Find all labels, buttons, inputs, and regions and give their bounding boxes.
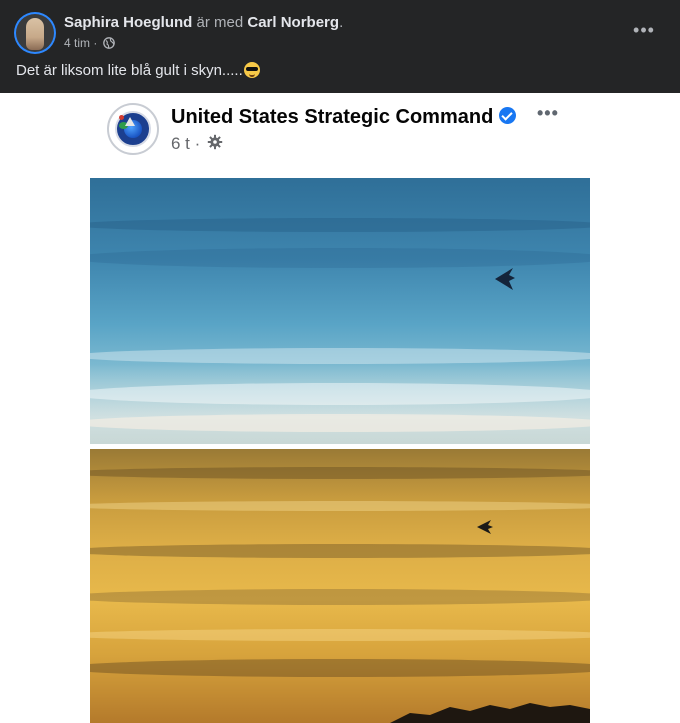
sunglasses-emoji-icon (243, 62, 260, 78)
photo-golden-sky[interactable] (90, 449, 590, 723)
seal-emblem (115, 111, 151, 147)
stealth-bomber-icon (477, 520, 493, 534)
shared-options-button[interactable]: ••• (537, 103, 565, 123)
tagged-person-link[interactable]: Carl Norberg (247, 14, 339, 31)
shared-meta-separator: · (194, 134, 201, 153)
cloud-stripe (90, 501, 590, 511)
cloud-band (90, 348, 590, 364)
cloud-band (90, 218, 590, 232)
with-text: är med (196, 14, 244, 31)
mountain-silhouette (390, 703, 590, 723)
gear-icon[interactable] (207, 134, 223, 150)
page-name: United States Strategic Command (171, 105, 517, 129)
post-text: Det är liksom lite blå gult i skyn..... (16, 62, 260, 80)
cloud-stripe (90, 629, 590, 641)
globe-icon[interactable] (102, 37, 115, 49)
post-header: Saphira Hoeglund är med Carl Norberg. 4 … (0, 0, 680, 93)
cloud-stripe (90, 544, 590, 558)
cloud-stripe (90, 659, 590, 677)
post-meta: 4 tim · (64, 35, 115, 51)
cloud-band (90, 383, 590, 405)
page-logo-icon[interactable] (107, 103, 159, 155)
verified-badge-icon (499, 107, 517, 124)
author-avatar[interactable] (16, 14, 54, 52)
post-timestamp[interactable]: 4 tim (64, 36, 90, 50)
seal-peak (125, 117, 135, 126)
shared-post-card[interactable]: United States Strategic Command ••• 6 t … (90, 93, 590, 723)
period: . (339, 14, 344, 31)
post-text-body: Det är liksom lite blå gult i skyn..... (16, 62, 243, 79)
shared-timestamp[interactable]: 6 t (171, 134, 190, 153)
seal-star (119, 115, 124, 120)
stealth-bomber-icon (495, 268, 515, 290)
page-name-link[interactable]: United States Strategic Command (171, 106, 493, 128)
shared-meta: 6 t · (171, 134, 223, 154)
cloud-stripe (90, 467, 590, 479)
post-options-button[interactable]: ••• (630, 20, 658, 44)
author-line: Saphira Hoeglund är med Carl Norberg. (64, 14, 343, 32)
photo-blue-sky[interactable] (90, 178, 590, 444)
cloud-stripe (90, 589, 590, 605)
cloud-band (90, 248, 590, 268)
meta-separator: · (93, 36, 98, 50)
avatar-image (26, 18, 44, 50)
cloud-band (90, 414, 590, 432)
author-name-link[interactable]: Saphira Hoeglund (64, 14, 192, 31)
